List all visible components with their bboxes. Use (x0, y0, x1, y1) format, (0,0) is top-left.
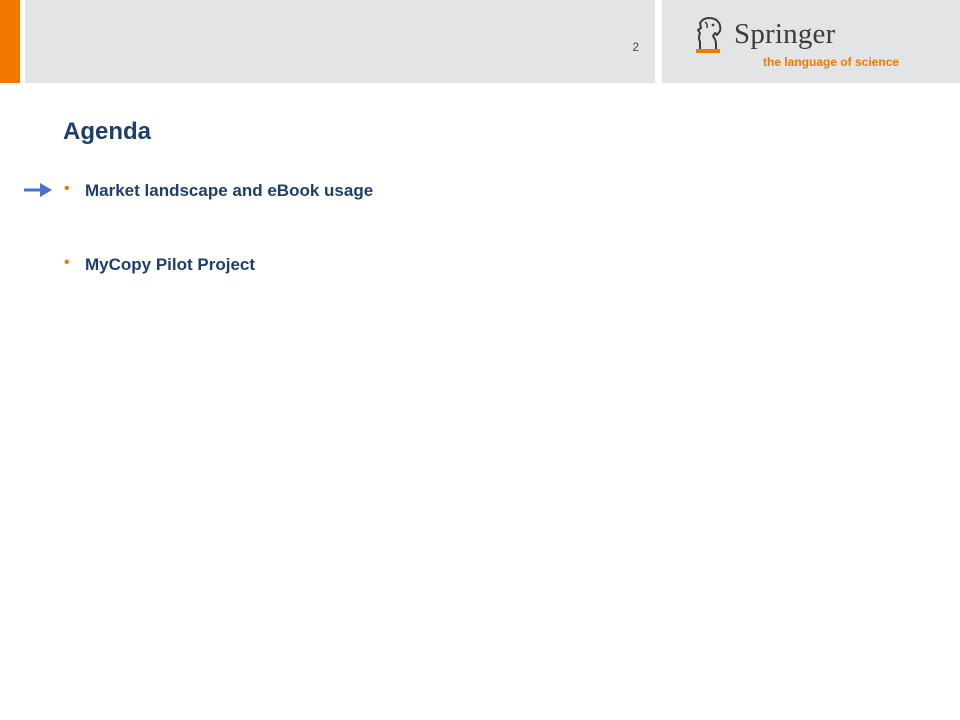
page-number: 2 (632, 40, 639, 54)
agenda-item-label: MyCopy Pilot Project (85, 255, 256, 274)
logo-wordmark: Springer (734, 18, 836, 50)
slide: 2 Springer the language of science Agend… (0, 0, 960, 720)
agenda-item-market-landscape: • Market landscape and eBook usage (0, 179, 600, 205)
arrow-right-icon (24, 183, 52, 197)
bullet-dot-icon: • (64, 180, 70, 197)
bullet-dot-icon: • (64, 254, 70, 271)
accent-bar (0, 0, 20, 83)
logo-tagline: the language of science (763, 55, 900, 69)
agenda-item-mycopy-pilot: • MyCopy Pilot Project (0, 253, 600, 279)
logo-area: Springer the language of science (662, 0, 960, 83)
slide-title: Agenda (63, 118, 152, 145)
agenda-item-label: Market landscape and eBook usage (85, 181, 374, 200)
springer-horse-icon (696, 17, 722, 53)
header-band: 2 (25, 0, 655, 83)
